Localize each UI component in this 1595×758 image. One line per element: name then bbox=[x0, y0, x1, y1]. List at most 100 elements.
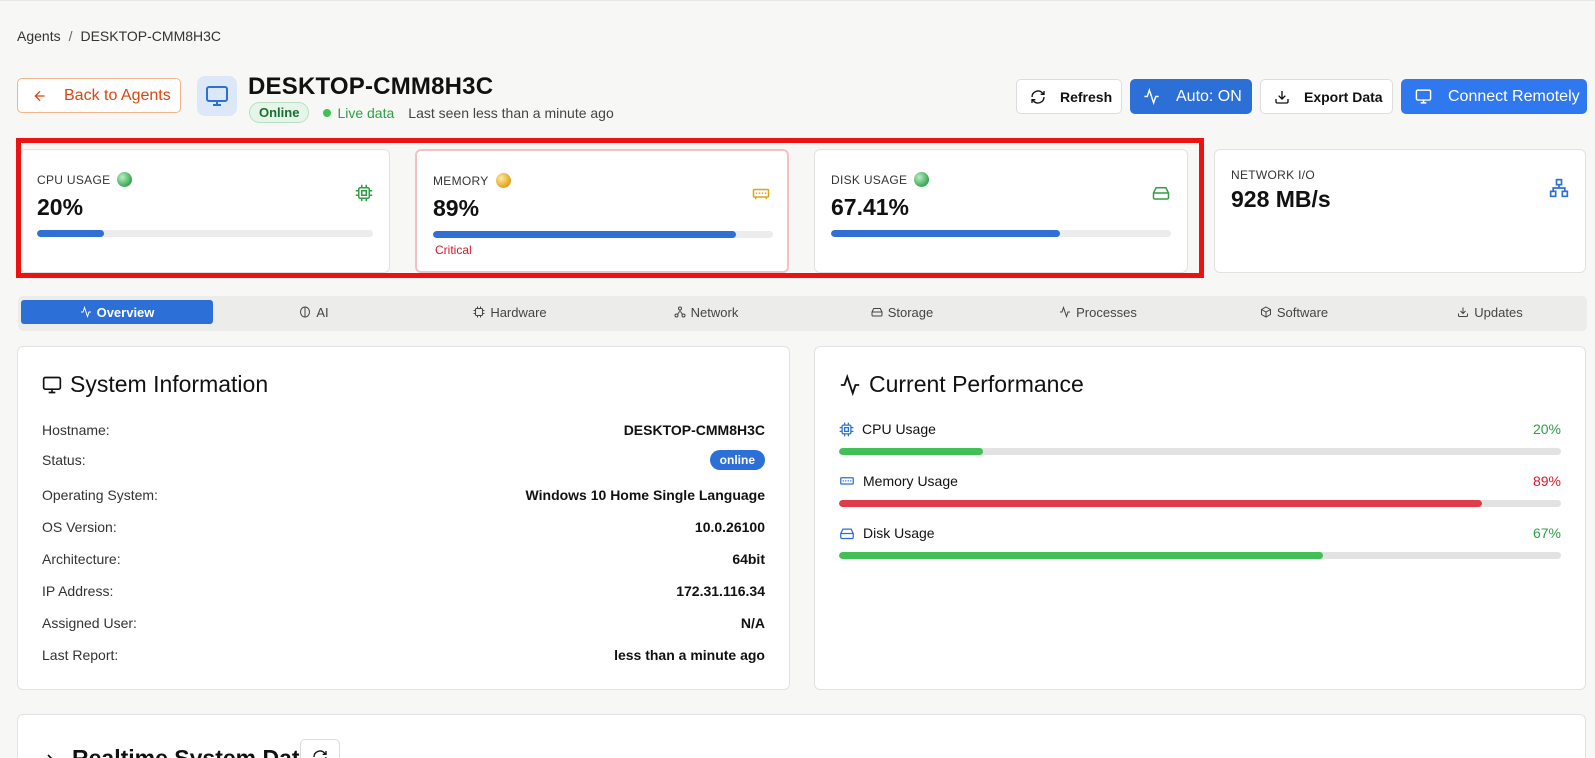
top-divider bbox=[0, 0, 1595, 1]
perf-row-cpu: CPU Usage 20% bbox=[839, 421, 1561, 437]
refresh-button[interactable]: Refresh bbox=[1016, 79, 1122, 114]
perf-name-cpu: CPU Usage bbox=[839, 421, 936, 437]
system-information-title-text: System Information bbox=[70, 371, 269, 397]
perf-label: Disk Usage bbox=[863, 525, 935, 541]
hard-drive-icon bbox=[871, 308, 883, 317]
package-icon bbox=[1260, 306, 1271, 318]
tab-bar: Overview AI Hardware Network Storage Pro… bbox=[18, 296, 1587, 331]
memory-usage-bar bbox=[839, 500, 1561, 507]
connect-remotely-button[interactable]: Connect Remotely bbox=[1401, 79, 1587, 114]
activity-icon bbox=[1060, 306, 1071, 318]
refresh-icon bbox=[313, 750, 327, 758]
current-performance-card: Current Performance CPU Usage 20% Memory… bbox=[814, 346, 1586, 690]
realtime-system-data-title: Realtime System Data bbox=[72, 745, 313, 758]
info-row-assigned-user: Assigned User: N/A bbox=[42, 615, 765, 631]
tab-storage[interactable]: Storage bbox=[806, 300, 998, 324]
host-status-row: Online Live data Last seen less than a m… bbox=[249, 102, 614, 123]
live-dot-icon bbox=[323, 108, 332, 117]
page-title: DESKTOP-CMM8H3C bbox=[248, 73, 494, 100]
perf-value: 67% bbox=[1532, 525, 1561, 541]
download-icon bbox=[1458, 307, 1469, 317]
info-row-last-report: Last Report: less than a minute ago bbox=[42, 647, 765, 663]
info-label: Status: bbox=[42, 452, 86, 468]
breadcrumb: Agents / DESKTOP-CMM8H3C bbox=[17, 28, 221, 44]
info-label: OS Version: bbox=[42, 519, 117, 535]
info-value: DESKTOP-CMM8H3C bbox=[623, 422, 765, 438]
info-row-hostname: Hostname: DESKTOP-CMM8H3C bbox=[42, 422, 765, 438]
refresh-label: Refresh bbox=[1060, 88, 1113, 105]
current-performance-title: Current Performance bbox=[839, 371, 1084, 398]
tab-software[interactable]: Software bbox=[1198, 300, 1390, 324]
perf-row-disk: Disk Usage 67% bbox=[839, 525, 1561, 541]
info-label: Architecture: bbox=[42, 551, 121, 567]
info-label: Operating System: bbox=[42, 487, 158, 503]
perf-label: CPU Usage bbox=[862, 421, 936, 437]
info-value: N/A bbox=[740, 615, 765, 631]
perf-name-disk: Disk Usage bbox=[839, 525, 935, 541]
connect-label: Connect Remotely bbox=[1448, 87, 1580, 105]
tab-hardware-label: Hardware bbox=[490, 304, 547, 320]
info-label: IP Address: bbox=[42, 583, 114, 599]
realtime-system-data-card: Realtime System Data bbox=[17, 714, 1586, 758]
monitor-icon bbox=[42, 376, 62, 393]
system-information-card: System Information Hostname: DESKTOP-CMM… bbox=[17, 346, 790, 690]
info-row-status: Status: online bbox=[42, 450, 765, 470]
tab-overview-label: Overview bbox=[96, 304, 155, 320]
monitor-icon bbox=[197, 76, 237, 116]
tab-network[interactable]: Network bbox=[610, 300, 802, 324]
metrics-highlight-box bbox=[16, 138, 1204, 278]
monitor-icon bbox=[1415, 89, 1432, 104]
info-value: Windows 10 Home Single Language bbox=[525, 487, 765, 503]
info-row-ip-address: IP Address: 172.31.116.34 bbox=[42, 583, 765, 599]
info-row-os: Operating System: Windows 10 Home Single… bbox=[42, 487, 765, 503]
last-seen-text: Last seen less than a minute ago bbox=[408, 104, 614, 121]
perf-label: Memory Usage bbox=[863, 473, 958, 489]
arrow-left-icon bbox=[34, 90, 45, 101]
live-data-label: Live data bbox=[337, 104, 395, 121]
auto-refresh-toggle[interactable]: Auto: ON bbox=[1130, 79, 1252, 114]
activity-icon bbox=[840, 373, 860, 396]
cpu-icon bbox=[473, 306, 485, 318]
cpu-usage-bar-fill bbox=[839, 448, 984, 455]
info-value: 10.0.26100 bbox=[694, 519, 765, 535]
tab-software-label: Software bbox=[1276, 304, 1329, 320]
brain-icon bbox=[300, 306, 311, 318]
tab-updates[interactable]: Updates bbox=[1394, 300, 1586, 324]
tab-hardware[interactable]: Hardware bbox=[414, 300, 606, 324]
perf-row-memory: Memory Usage 89% bbox=[839, 473, 1561, 489]
live-data-indicator: Live data bbox=[323, 105, 394, 121]
download-icon bbox=[1275, 90, 1289, 104]
tab-processes[interactable]: Processes bbox=[1002, 300, 1194, 324]
info-label: Assigned User: bbox=[42, 615, 137, 631]
network-icon bbox=[674, 306, 686, 318]
network-icon bbox=[1549, 178, 1569, 198]
tab-processes-label: Processes bbox=[1076, 304, 1137, 320]
activity-icon bbox=[80, 306, 91, 318]
info-value: less than a minute ago bbox=[614, 647, 765, 663]
info-label: Last Report: bbox=[42, 647, 119, 663]
realtime-section-toggle[interactable]: Realtime System Data bbox=[42, 745, 312, 758]
tab-updates-label: Updates bbox=[1474, 304, 1523, 320]
tab-ai[interactable]: AI bbox=[218, 300, 410, 324]
disk-usage-bar-fill bbox=[839, 552, 1323, 559]
status-badge: online bbox=[709, 450, 765, 470]
export-label: Export Data bbox=[1304, 88, 1383, 105]
breadcrumb-current: DESKTOP-CMM8H3C bbox=[80, 28, 222, 44]
network-io-value: 928 MB/s bbox=[1231, 186, 1331, 212]
back-button-label: Back to Agents bbox=[64, 86, 171, 104]
refresh-icon bbox=[1031, 89, 1045, 104]
realtime-refresh-button[interactable] bbox=[300, 739, 340, 758]
cpu-icon bbox=[839, 422, 854, 436]
info-row-architecture: Architecture: 64bit bbox=[42, 551, 765, 567]
activity-icon bbox=[1144, 88, 1159, 105]
hard-drive-icon bbox=[840, 528, 854, 539]
tab-overview[interactable]: Overview bbox=[21, 300, 213, 324]
back-to-agents-button[interactable]: Back to Agents bbox=[17, 78, 181, 113]
tab-storage-label: Storage bbox=[887, 304, 934, 320]
current-performance-title-text: Current Performance bbox=[869, 371, 1084, 397]
info-value: 172.31.116.34 bbox=[676, 583, 765, 599]
network-io-label: NETWORK I/O bbox=[1231, 168, 1315, 182]
export-data-button[interactable]: Export Data bbox=[1260, 79, 1393, 114]
memory-usage-bar-fill bbox=[839, 500, 1482, 507]
breadcrumb-agents-link[interactable]: Agents bbox=[17, 28, 61, 44]
